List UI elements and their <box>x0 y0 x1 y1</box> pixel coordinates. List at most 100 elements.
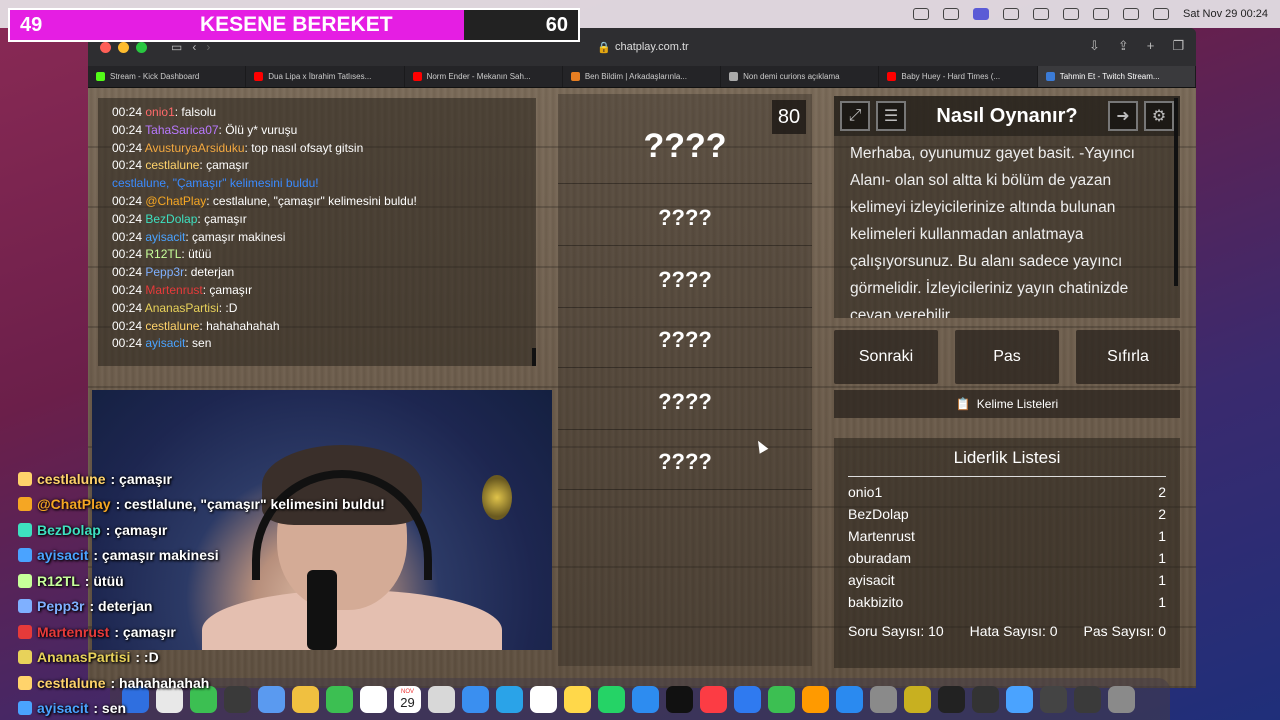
screen-record-icon[interactable] <box>972 8 989 20</box>
chat-message: 00:24 AvusturyaArsiduku: top nasıl ofsay… <box>112 140 522 158</box>
tab-label: Ben Bildim | Arkadaşlarınla... <box>584 72 687 81</box>
chat-message: 00:24 ayisacit: sen <box>112 335 522 353</box>
hidden-word: ???? <box>558 190 812 246</box>
browser-tab[interactable]: Dua Lipa x İbrahim Tatlıses... <box>246 66 405 87</box>
menubar-status-icon[interactable] <box>1062 8 1079 20</box>
chat-message: cestlalune, "Çamaşır" kelimesini buldu! <box>112 175 522 193</box>
chat-username: ayisacit <box>145 229 186 244</box>
overlay-text: : cestlalune, "çamaşır" kelimesini buldu… <box>115 496 385 513</box>
chat-timestamp: 00:24 <box>112 158 146 173</box>
dock-app-icon[interactable] <box>462 685 489 713</box>
calendar-day: 29 <box>400 694 415 710</box>
wifi-icon[interactable] <box>1122 8 1139 20</box>
leaderboard-stats: Soru Sayısı: 10 Hata Sayısı: 0 Pas Sayıs… <box>848 623 1166 639</box>
logout-icon[interactable]: ➜ <box>1108 101 1138 131</box>
overlay-chat-message: Pepp3r : deterjan <box>18 594 385 620</box>
chat-username: onio1 <box>145 105 175 119</box>
user-badge-icon <box>18 471 32 486</box>
dock-app-icon[interactable] <box>1006 685 1033 713</box>
forward-icon[interactable]: › <box>206 40 210 54</box>
browser-tab[interactable]: Norm Ender - Mekanın Sah... <box>405 66 563 87</box>
chat-timestamp: 00:24 <box>112 265 146 280</box>
reset-button[interactable]: Sıfırla <box>1076 330 1180 384</box>
browser-tab[interactable]: Baby Huey - Hard Times (... <box>879 66 1038 87</box>
chat-timestamp: 00:24 <box>112 122 146 137</box>
leaderboard-row: onio1 2 <box>848 481 1166 503</box>
back-icon[interactable]: ‹ <box>192 40 196 54</box>
overlay-chat-message: Martenrust : çamaşır <box>18 619 385 645</box>
leaderboard-list[interactable]: onio1 2 BezDolap 2 Martenrust 1 oburadam 1 ayisa… <box>848 481 1166 615</box>
menubar-status-icon[interactable] <box>912 8 929 20</box>
dock-app-icon[interactable] <box>1074 685 1101 713</box>
browser-tab[interactable]: Non demi curions açıklama <box>721 66 880 87</box>
tab-bar: Stream - Kick Dashboard Dua Lipa x İbrahi… <box>88 66 1196 88</box>
pass-button[interactable]: Pas <box>955 330 1059 384</box>
menubar-status-icon[interactable] <box>1032 8 1049 20</box>
new-tab-icon[interactable]: + <box>1147 38 1155 54</box>
how-to-play-title: Nasıl Oynanır? <box>936 104 1078 127</box>
notes-icon[interactable]: ☰ <box>876 101 906 131</box>
player-name: ayisacit <box>848 572 895 588</box>
dock-app-icon[interactable] <box>496 685 523 713</box>
leaderboard-row: ayisacit 1 <box>848 569 1166 591</box>
user-badge-icon <box>18 650 32 665</box>
calendar-app-icon[interactable]: NOV 29 <box>394 685 421 713</box>
error-count: Hata Sayısı: 0 <box>969 623 1058 639</box>
downloads-icon[interactable]: ⇩ <box>1089 38 1100 54</box>
next-button[interactable]: Sonraki <box>834 330 938 384</box>
dock-app-icon[interactable] <box>802 685 829 713</box>
settings-gear-icon[interactable]: ⚙ <box>1144 101 1174 131</box>
overlay-text: : çamaşır <box>114 623 176 640</box>
tab-overview-icon[interactable]: ❐ <box>1172 38 1184 54</box>
menubar-status-icon[interactable] <box>942 8 959 20</box>
browser-tab[interactable]: Ben Bildim | Arkadaşlarınla... <box>563 66 722 87</box>
dock-app-icon[interactable] <box>904 685 931 713</box>
hidden-word: ???? <box>558 252 812 308</box>
player-score: 1 <box>1158 613 1166 615</box>
minimize-window-button[interactable] <box>118 41 129 53</box>
browser-tab[interactable]: Stream - Kick Dashboard <box>88 66 247 87</box>
chat-username: AnanasPartisi <box>144 300 219 315</box>
chat-message: 00:24 Martenrust: çamaşır <box>112 282 522 300</box>
toolbar-actions: ⇩ ⇪ + ❐ <box>1089 38 1184 54</box>
dock-app-icon[interactable] <box>870 685 897 713</box>
browser-tab[interactable]: Tahmin Et - Twitch Stream... <box>1037 66 1196 87</box>
dock-app-icon[interactable] <box>530 685 557 713</box>
chat-username: ayisacit <box>145 336 186 351</box>
pass-count: Pas Sayısı: 0 <box>1083 623 1166 639</box>
stream-overlay-chat: cestlalune : çamaşır @ChatPlay : cestlalu… <box>18 466 385 720</box>
menubar-clock[interactable]: Sat Nov 29 00:24 <box>1183 8 1268 20</box>
chat-username: Pepp3r <box>145 265 185 280</box>
close-window-button[interactable] <box>100 41 111 53</box>
zoom-window-button[interactable] <box>136 41 147 53</box>
dock-app-icon[interactable] <box>564 685 591 713</box>
hidden-word: ???? <box>558 434 812 490</box>
chat-message: 00:24 cestlalune: hahahahahah <box>112 318 522 336</box>
dock-app-icon[interactable] <box>972 685 999 713</box>
user-badge-icon <box>18 624 32 639</box>
dock-app-icon[interactable] <box>632 685 659 713</box>
chat-text: : deterjan <box>184 265 235 280</box>
dock-app-icon[interactable] <box>836 685 863 713</box>
tab-label: Tahmin Et - Twitch Stream... <box>1059 72 1160 81</box>
battery-icon[interactable] <box>1092 8 1109 20</box>
menubar-status-icon[interactable] <box>1002 8 1019 20</box>
share-icon[interactable]: ⇪ <box>1118 38 1129 54</box>
dock-app-icon[interactable] <box>700 685 727 713</box>
sidebar-toggle-icon[interactable]: ▭ <box>171 40 182 54</box>
dock-app-icon[interactable] <box>938 685 965 713</box>
dock-app-icon[interactable] <box>666 685 693 713</box>
dock-app-icon[interactable] <box>1040 685 1067 713</box>
word-lists-button[interactable]: 📋 Kelime Listeleri <box>834 390 1180 418</box>
dock-app-icon[interactable] <box>734 685 761 713</box>
help-scrollbar[interactable] <box>1174 98 1178 286</box>
dock-app-icon[interactable] <box>428 685 455 713</box>
how-to-play-text: Merhaba, oyunumuz gayet basit. -Yayıncı … <box>850 145 1135 318</box>
dock-app-icon[interactable] <box>768 685 795 713</box>
dock-app-icon[interactable] <box>598 685 625 713</box>
tab-label: Stream - Kick Dashboard <box>110 72 200 81</box>
dock-app-icon[interactable] <box>1108 685 1135 713</box>
chat-scrollbar[interactable] <box>532 348 536 366</box>
fullscreen-icon[interactable]: ⤢ <box>840 101 870 131</box>
control-center-icon[interactable] <box>1152 8 1169 20</box>
